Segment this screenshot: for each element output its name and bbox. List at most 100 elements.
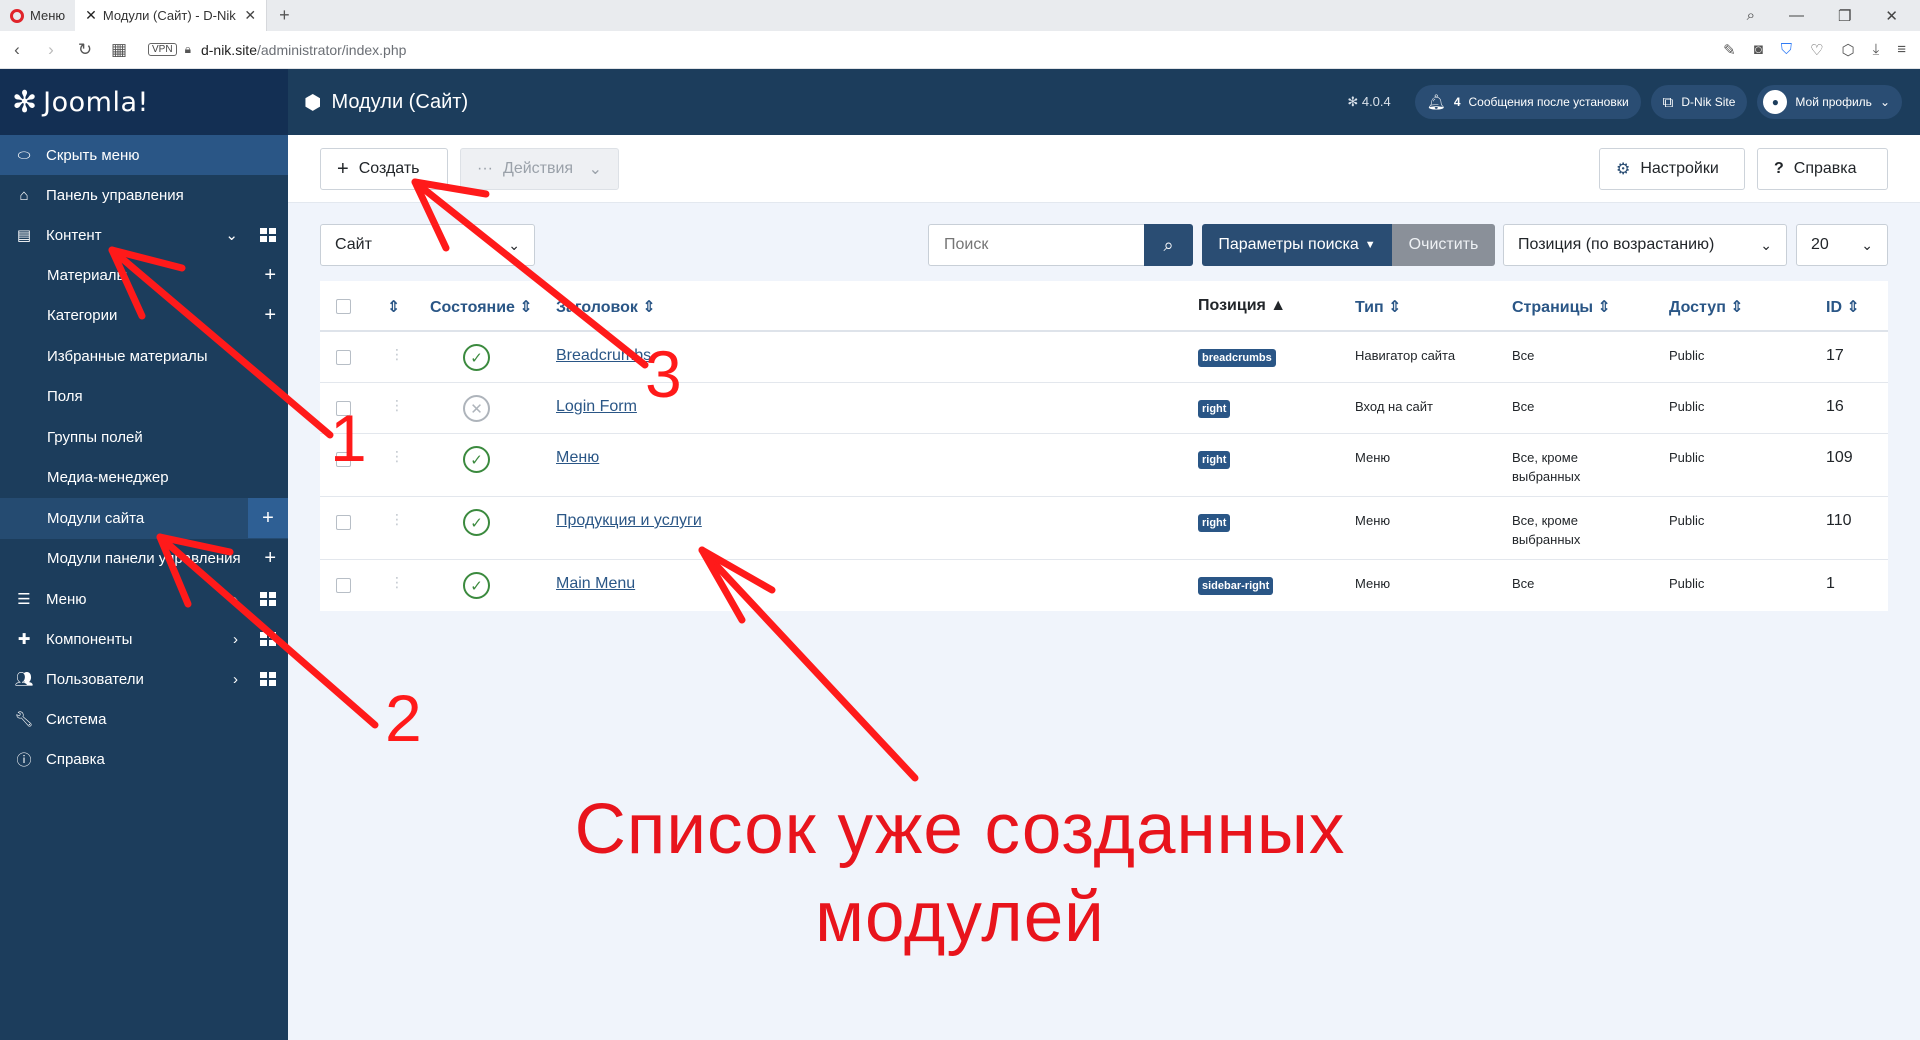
sidebar-item-content[interactable]: ▤ Контент ⌄ xyxy=(0,215,288,255)
menu-lines-icon[interactable]: ≡ xyxy=(1897,41,1906,59)
dashboard-grid-icon[interactable] xyxy=(260,228,276,242)
row-checkbox[interactable] xyxy=(336,515,351,530)
sidebar-item-categories[interactable]: Категории + xyxy=(0,296,288,337)
th-position[interactable]: Позиция ▲ xyxy=(1198,297,1286,315)
chevron-right-icon[interactable]: › xyxy=(233,591,238,608)
profile-button[interactable]: ● Мой профиль ⌄ xyxy=(1757,85,1902,119)
drag-handle-icon[interactable]: ⋮ xyxy=(390,448,404,465)
published-check-icon[interactable]: ✓ xyxy=(463,446,490,473)
lock-icon[interactable]: 🔒︎ xyxy=(185,42,191,57)
help-button[interactable]: ? Справка xyxy=(1757,148,1888,190)
actions-button[interactable]: ··· Действия ⌄ xyxy=(460,148,619,190)
post-install-messages-button[interactable]: 🔔︎ 4 Сообщения после установки xyxy=(1414,85,1641,119)
search-tabs-icon[interactable]: ⌕ xyxy=(1747,7,1755,25)
vpn-badge[interactable]: VPN xyxy=(148,43,177,56)
joomla-logo[interactable]: ✻ Joomla! xyxy=(0,69,288,135)
published-check-icon[interactable]: ✓ xyxy=(463,572,490,599)
sidebar-item-site-modules[interactable]: Модули сайта + xyxy=(0,498,288,539)
sidebar-item-field-groups[interactable]: Группы полей xyxy=(0,417,288,458)
user-icon: ● xyxy=(1763,90,1788,114)
row-checkbox[interactable] xyxy=(336,350,351,365)
row-checkbox[interactable] xyxy=(336,578,351,593)
drag-handle-icon[interactable]: ⋮ xyxy=(390,346,404,363)
settings-button[interactable]: ⚙ Настройки xyxy=(1599,148,1745,190)
module-title-link[interactable]: Breadcrumbs xyxy=(556,347,651,365)
camera-icon[interactable]: ◙ xyxy=(1754,41,1763,59)
sidebar-item-featured[interactable]: Избранные материалы xyxy=(0,336,288,377)
add-icon[interactable]: + xyxy=(264,304,276,327)
sidebar-item-users[interactable]: 👥︎ Пользователи › xyxy=(0,659,288,699)
th-access[interactable]: Доступ ⇕ xyxy=(1669,297,1744,317)
th-type[interactable]: Тип ⇕ xyxy=(1355,297,1402,317)
sidebar-item-fields[interactable]: Поля xyxy=(0,377,288,418)
sidebar-label: Модули панели управления xyxy=(47,550,241,568)
unpublished-x-icon[interactable]: ✕ xyxy=(463,395,490,422)
tab-active-label: Модули (Сайт) - D-Nik Site xyxy=(102,8,239,23)
url-field[interactable]: d-nik.site/administrator/index.php xyxy=(201,42,406,58)
sidebar-item-help[interactable]: ⓘ Справка xyxy=(0,739,288,779)
view-site-button[interactable]: ⧉ D-Nik Site xyxy=(1650,85,1748,119)
limit-select[interactable]: 20 ⌄ xyxy=(1796,224,1888,266)
module-title-link[interactable]: Меню xyxy=(556,449,599,467)
new-tab-icon[interactable]: + xyxy=(267,5,302,26)
clear-button[interactable]: Очистить xyxy=(1392,224,1495,266)
close-window-icon[interactable]: ✕ xyxy=(1885,7,1898,25)
chevron-down-icon[interactable]: ⌄ xyxy=(225,226,238,244)
chevron-right-icon[interactable]: › xyxy=(233,631,238,648)
add-icon[interactable]: + xyxy=(248,498,288,539)
drag-handle-icon[interactable]: ⋮ xyxy=(390,511,404,528)
restore-icon[interactable]: ❐ xyxy=(1838,7,1851,25)
chevron-down-icon: ⌄ xyxy=(588,161,602,178)
dashboard-grid-icon[interactable] xyxy=(260,672,276,686)
back-icon[interactable]: ‹ xyxy=(0,40,34,60)
sidebar-item-system[interactable]: 🔧︎ Система xyxy=(0,699,288,739)
sort-select[interactable]: Позиция (по возрастанию) ⌄ xyxy=(1503,224,1787,266)
module-title-link[interactable]: Login Form xyxy=(556,398,637,416)
th-status[interactable]: Состояние ⇕ xyxy=(430,297,533,317)
drag-handle-icon[interactable]: ⋮ xyxy=(390,574,404,591)
browser-tab-menu[interactable]: Меню xyxy=(0,0,75,31)
tabs-grid-icon[interactable]: ▦ xyxy=(102,40,136,60)
ordering-sort-icon[interactable]: ⇕ xyxy=(387,297,400,317)
module-title-link[interactable]: Main Menu xyxy=(556,575,635,593)
edit-icon[interactable]: ✎ xyxy=(1723,41,1736,59)
box-icon[interactable]: ⬡ xyxy=(1841,41,1854,59)
drag-handle-icon[interactable]: ⋮ xyxy=(390,397,404,414)
question-icon: ? xyxy=(1774,160,1784,177)
reload-icon[interactable]: ↻ xyxy=(68,40,102,60)
dashboard-grid-icon[interactable] xyxy=(260,632,276,646)
sidebar-item-menus[interactable]: ☰ Меню › xyxy=(0,579,288,619)
sidebar-item-components[interactable]: ✚ Компоненты › xyxy=(0,619,288,659)
caret-down-icon: ▼ xyxy=(1364,239,1376,251)
search-button[interactable]: ⌕ xyxy=(1144,224,1193,266)
create-button[interactable]: + Создать xyxy=(320,148,448,190)
select-all-checkbox[interactable] xyxy=(336,299,351,314)
th-pages[interactable]: Страницы ⇕ xyxy=(1512,297,1611,317)
chevron-right-icon[interactable]: › xyxy=(233,671,238,688)
close-tab-icon[interactable]: ✕ xyxy=(244,7,256,24)
module-pages: Все, кроме выбранных xyxy=(1512,450,1581,484)
download-icon[interactable]: ⤓ xyxy=(1873,41,1880,59)
search-input[interactable] xyxy=(928,224,1144,266)
sidebar-item-articles[interactable]: Материалы + xyxy=(0,255,288,296)
module-pages: Все xyxy=(1512,576,1535,591)
client-select[interactable]: Сайт ⌄ xyxy=(320,224,535,266)
published-check-icon[interactable]: ✓ xyxy=(463,344,490,371)
sidebar-item-admin-modules[interactable]: Модули панели управления + xyxy=(0,539,288,580)
search-params-button[interactable]: Параметры поиска ▼ xyxy=(1202,224,1392,266)
th-title[interactable]: Заголовок ⇕ xyxy=(556,297,656,317)
published-check-icon[interactable]: ✓ xyxy=(463,509,490,536)
shield-icon[interactable]: ⛉ xyxy=(1781,41,1792,59)
sidebar-item-media[interactable]: Медиа-менеджер xyxy=(0,458,288,499)
dashboard-grid-icon[interactable] xyxy=(260,592,276,606)
th-id[interactable]: ID ⇕ xyxy=(1826,297,1860,317)
module-title-link[interactable]: Продукция и услуги xyxy=(556,512,702,530)
add-icon[interactable]: + xyxy=(264,547,276,570)
heart-icon[interactable]: ♡ xyxy=(1810,41,1823,59)
sidebar-item-hide-menu[interactable]: ⬭ Скрыть меню xyxy=(0,135,288,175)
minimize-icon[interactable]: — xyxy=(1789,7,1804,25)
add-icon[interactable]: + xyxy=(264,264,276,287)
forward-icon[interactable]: › xyxy=(34,40,68,60)
sidebar-item-dashboard[interactable]: ⌂ Панель управления xyxy=(0,175,288,215)
browser-tab-active[interactable]: ✕ Модули (Сайт) - D-Nik Site ✕ xyxy=(75,0,268,31)
